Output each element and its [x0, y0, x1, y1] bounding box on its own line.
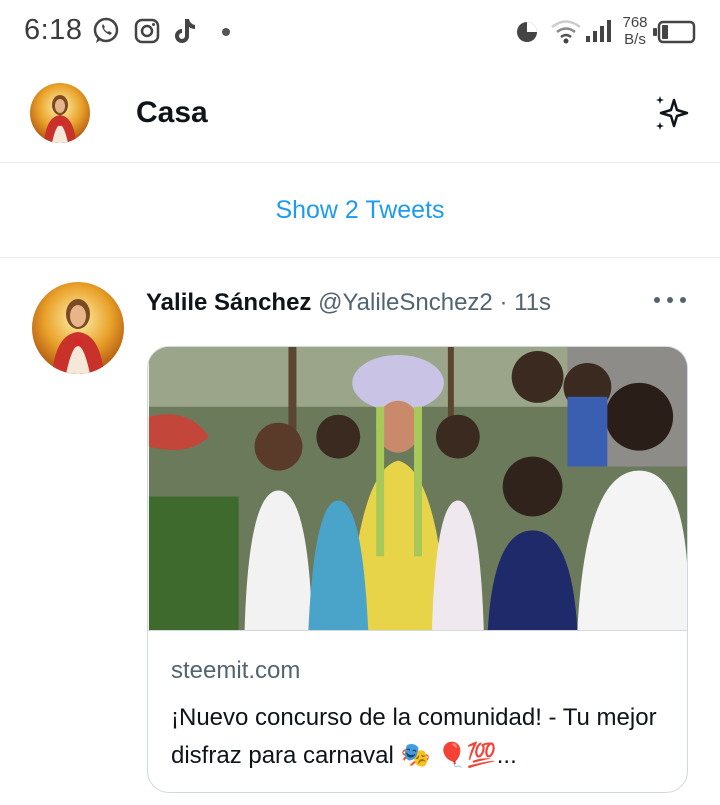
wifi-icon [551, 20, 581, 44]
tweet-author-name[interactable]: Yalile Sánchez [146, 289, 311, 316]
tweet-author-avatar[interactable] [32, 282, 124, 374]
network-speed-unit: B/s [624, 31, 646, 48]
instagram-icon [134, 18, 160, 44]
profile-avatar[interactable] [30, 83, 90, 143]
show-new-tweets-button[interactable]: Show 2 Tweets [0, 164, 720, 258]
more-options-icon[interactable] [654, 295, 686, 305]
sparkle-icon[interactable] [652, 94, 692, 134]
notification-dot [222, 28, 230, 36]
tweet-separator: · [499, 289, 508, 316]
card-domain: steemit.com [171, 657, 301, 684]
more-dot [680, 297, 686, 303]
whatsapp-icon [93, 17, 119, 43]
tiktok-icon [175, 19, 195, 43]
card-title: ¡Nuevo concurso de la comunidad! - Tu me… [171, 704, 657, 769]
tweet-timestamp[interactable]: 11s [514, 289, 551, 316]
avatar-image [30, 83, 90, 143]
link-preview-card[interactable]: steemit.com ¡Nuevo concurso de la comuni… [147, 346, 688, 793]
signal-icon [586, 20, 611, 42]
more-dot [667, 297, 673, 303]
status-time: 6:18 [24, 14, 83, 46]
status-bar: 6:18 768 B/s [0, 0, 720, 66]
battery-icon [653, 20, 696, 44]
page-title: Casa [136, 96, 208, 129]
app-header: Casa [0, 66, 720, 163]
network-speed: 768 B/s [620, 14, 650, 48]
tweet-author-handle[interactable]: @YalileSnchez2 [318, 289, 493, 316]
tweet[interactable]: Yalile Sánchez @YalileSnchez2 · 11s stee… [0, 259, 720, 805]
data-saver-icon [517, 22, 537, 42]
network-speed-value: 768 [622, 14, 648, 31]
more-dot [654, 297, 660, 303]
tweet-header: Yalile Sánchez @YalileSnchez2 · 11s [146, 289, 551, 317]
card-image [148, 347, 687, 631]
avatar-image [32, 282, 124, 374]
